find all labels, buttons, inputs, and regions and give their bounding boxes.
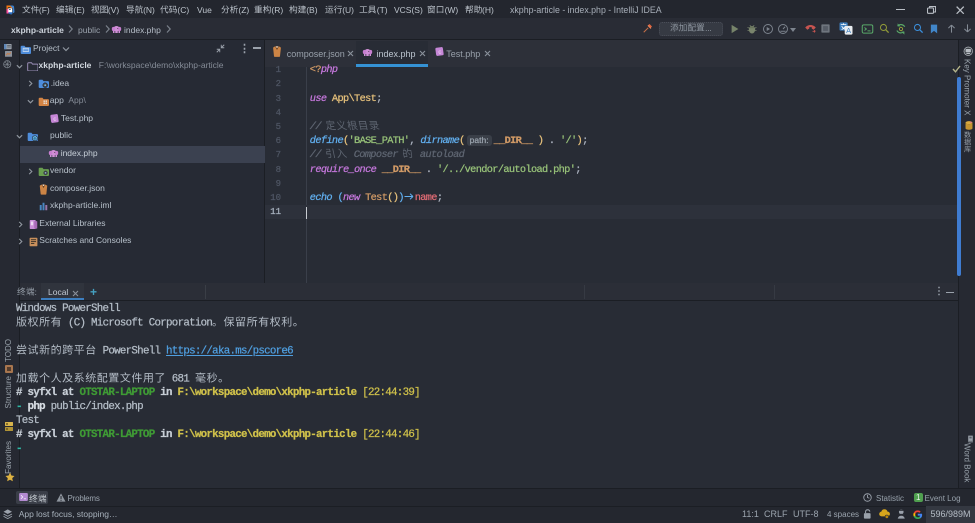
svg-text:A: A — [846, 26, 851, 35]
